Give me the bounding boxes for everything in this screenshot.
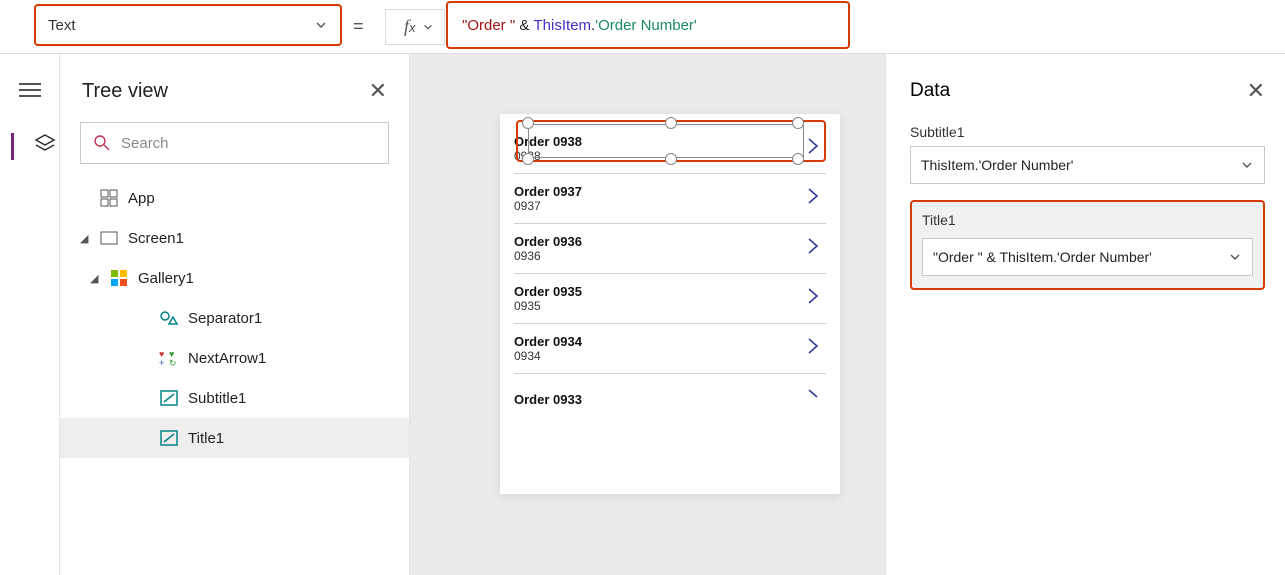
tree-node-label: Screen1 <box>128 230 184 247</box>
field-label-title1: Title1 <box>922 212 1253 228</box>
formula-input[interactable]: "Order " & ThisItem.'Order Number' <box>446 1 850 49</box>
search-placeholder: Search <box>121 135 169 152</box>
property-dropdown-value: Text <box>48 17 76 34</box>
list-item[interactable]: Order 09360936 <box>514 224 826 274</box>
fx-button[interactable]: fx <box>385 9 445 45</box>
close-icon[interactable]: ✕ <box>369 78 387 104</box>
chevron-down-icon <box>314 18 328 32</box>
list-item-sub: 0934 <box>514 349 582 363</box>
data-panel: Data ✕ Subtitle1 ThisItem.'Order Number'… <box>885 54 1285 575</box>
list-item-sub: 0936 <box>514 249 582 263</box>
list-item[interactable]: Order 0938 0938 <box>514 124 826 174</box>
list-item-sub: 0935 <box>514 299 582 313</box>
formula-token-thisitem: ThisItem <box>534 17 592 34</box>
tree-view-tab[interactable] <box>11 133 34 160</box>
canvas-area: Order 0938 0938 Order 09370937 Order 093… <box>410 54 885 575</box>
chevron-right-icon[interactable] <box>806 137 820 160</box>
title1-dropdown[interactable]: "Order " & ThisItem.'Order Number' <box>922 238 1253 276</box>
hamburger-icon[interactable] <box>19 82 41 103</box>
property-dropdown[interactable]: Text <box>34 4 342 46</box>
list-item[interactable]: Order 09340934 <box>514 324 826 374</box>
formula-token-string: "Order " <box>462 17 515 34</box>
tree-view-title: Tree view <box>82 80 168 103</box>
app-icon <box>98 189 120 207</box>
list-item-title: Order 0933 <box>514 392 582 407</box>
chevron-right-icon[interactable] <box>806 337 820 360</box>
screen-icon <box>98 231 120 245</box>
list-item[interactable]: Order 0933 <box>514 374 826 424</box>
svg-text:+: + <box>159 358 164 366</box>
list-item[interactable]: Order 09350935 <box>514 274 826 324</box>
list-item[interactable]: Order 09370937 <box>514 174 826 224</box>
search-icon <box>93 134 111 152</box>
list-item-title: Order 0934 <box>514 334 582 349</box>
caret-down-icon: ◢ <box>90 272 100 285</box>
subtitle1-dropdown[interactable]: ThisItem.'Order Number' <box>910 146 1265 184</box>
formula-token-op: & <box>515 17 533 34</box>
tree-node-gallery1[interactable]: ◢ Gallery1 <box>60 258 409 298</box>
list-item-sub: 0937 <box>514 199 582 213</box>
chevron-down-icon <box>1228 250 1242 264</box>
tree-node-label: NextArrow1 <box>188 350 266 367</box>
subtitle1-value: ThisItem.'Order Number' <box>921 157 1073 173</box>
tree-view-panel: Tree view ✕ Search App ◢ Screen1 ◢ Galle… <box>60 54 410 575</box>
equals-label: = <box>353 16 364 37</box>
tree-node-label: Separator1 <box>188 310 262 327</box>
formula-token-field: 'Order Number' <box>595 17 697 34</box>
separator-icon <box>158 310 180 326</box>
close-icon[interactable]: ✕ <box>1247 78 1265 104</box>
tree-node-separator1[interactable]: Separator1 <box>60 298 409 338</box>
svg-text:↻: ↻ <box>169 358 177 366</box>
list-item-title: Order 0937 <box>514 184 582 199</box>
chevron-right-icon[interactable] <box>806 287 820 310</box>
device-preview[interactable]: Order 0938 0938 Order 09370937 Order 093… <box>500 114 840 494</box>
gallery-icon <box>108 269 130 287</box>
nextarrow-icon: ♥♥+↻ <box>158 350 180 366</box>
list-item-title: Order 0938 <box>514 134 582 149</box>
tree-node-subtitle1[interactable]: Subtitle1 <box>60 378 409 418</box>
label-icon <box>158 430 180 446</box>
tree-node-label: Subtitle1 <box>188 390 246 407</box>
tree-node-title1[interactable]: Title1 <box>60 418 409 458</box>
chevron-right-icon[interactable] <box>806 237 820 260</box>
chevron-right-icon[interactable] <box>806 187 820 210</box>
chevron-down-icon <box>422 21 434 33</box>
tree-node-app[interactable]: App <box>60 178 409 218</box>
chevron-down-icon <box>1240 158 1254 172</box>
tree-node-label: App <box>128 190 155 207</box>
search-input[interactable]: Search <box>80 122 389 164</box>
data-panel-title: Data <box>910 80 950 102</box>
label-icon <box>158 390 180 406</box>
chevron-right-icon[interactable] <box>806 388 820 411</box>
title1-value: "Order " & ThisItem.'Order Number' <box>933 249 1152 265</box>
left-rail <box>0 54 60 575</box>
list-item-title: Order 0936 <box>514 234 582 249</box>
list-item-sub: 0938 <box>514 149 582 163</box>
tree-node-screen1[interactable]: ◢ Screen1 <box>60 218 409 258</box>
list-item-title: Order 0935 <box>514 284 582 299</box>
tree-node-label: Title1 <box>188 430 224 447</box>
tree-node-nextarrow1[interactable]: ♥♥+↻ NextArrow1 <box>60 338 409 378</box>
field-label-subtitle1: Subtitle1 <box>910 124 1265 140</box>
formula-bar: Text = fx "Order " & ThisItem.'Order Num… <box>0 0 1285 54</box>
tree-node-label: Gallery1 <box>138 270 194 287</box>
caret-down-icon: ◢ <box>80 232 90 245</box>
fx-icon: fx <box>404 16 416 37</box>
